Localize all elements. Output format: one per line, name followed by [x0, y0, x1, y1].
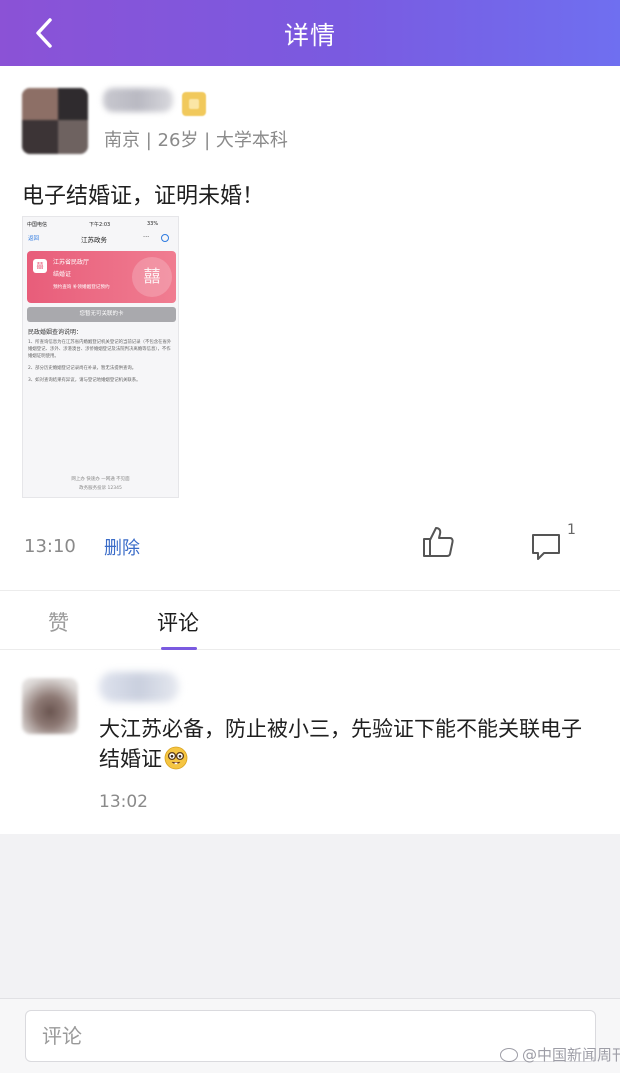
card-xi-icon: 囍: [33, 259, 47, 273]
phone-header-title: 江苏政务: [81, 236, 107, 244]
carrier-label: 中国电信: [27, 222, 48, 228]
phone-target-icon: [161, 234, 169, 242]
section-title: 民政婚姻查询说明：: [28, 329, 83, 336]
comment-text: 大江苏必备，防止被小三，先验证下能不能关联电子结婚证: [99, 714, 599, 774]
note-item: 1、所查询信息为在江苏省内婚姻登记机关登记的当前记录（不包含在省外婚姻登记、涉外…: [28, 340, 172, 359]
post-card: 南京 | 26岁 | 大学本科 电子结婚证，证明未婚！ 中国电信 下午2:03 …: [0, 66, 620, 590]
nerd-face-emoji-icon: [164, 746, 188, 770]
post-image-screenshot[interactable]: 中国电信 下午2:03 33% 返回 江苏政务 ··· 囍 江苏省民政厅 结婚证…: [22, 216, 179, 498]
author-avatar[interactable]: [22, 88, 88, 154]
phone-more-icon: ···: [143, 233, 150, 241]
card-line1: 江苏省民政厅: [53, 259, 90, 266]
author-name-blurred[interactable]: [103, 88, 173, 112]
card-heart-xi-icon: 囍: [132, 257, 172, 297]
post-time: 13:10: [24, 536, 76, 557]
commenter-name-blurred[interactable]: [99, 672, 179, 702]
delete-button[interactable]: 删除: [104, 534, 140, 560]
phone-footer: 网上办 快速办 一网通 不见面 政务服务投诉 12345: [23, 475, 178, 493]
card-line2: 结婚证: [53, 271, 72, 278]
battery-label: 33%: [147, 221, 159, 227]
thumbs-up-icon[interactable]: [420, 524, 456, 560]
watermark: @中国新闻周刊: [500, 1044, 620, 1065]
footer-line1: 网上办 快速办 一网通 不见面: [71, 477, 130, 482]
note-item: 2、部分历史婚姻登记记录尚在补录，暂无法提供查询。: [28, 366, 137, 371]
note-item: 3、如对查询结果有异议，请与登记地婚姻登记机关联系。: [28, 378, 141, 383]
tab-comments[interactable]: 评论: [157, 607, 199, 637]
no-card-bar: 您暂无可关联的卡: [27, 307, 176, 322]
tab-likes[interactable]: 赞: [48, 607, 69, 637]
notes-body: 1、所查询信息为在江苏省内婚姻登记机关登记的当前记录（不包含在省外婚姻登记、涉外…: [28, 339, 174, 389]
phone-status-bar: 中国电信 下午2:03 33%: [23, 217, 178, 231]
top-nav-bar: 详情: [0, 0, 620, 66]
tab-bar: 赞 评论: [0, 590, 620, 650]
commenter-avatar[interactable]: [22, 678, 78, 734]
comment-list: 大江苏必备，防止被小三，先验证下能不能关联电子结婚证 13:02: [0, 650, 620, 834]
phone-back-link: 返回: [28, 236, 40, 242]
weibo-logo-icon: [500, 1048, 518, 1062]
marriage-card: 囍 江苏省民政厅 结婚证 预约查询 补领婚姻登记预约 囍: [27, 251, 176, 303]
comment-time: 13:02: [99, 792, 148, 812]
author-meta: 南京 | 26岁 | 大学本科: [104, 130, 288, 151]
vip-badge-icon: [182, 92, 206, 116]
page-title: 详情: [283, 21, 336, 50]
comment-bubble-icon[interactable]: [530, 532, 562, 562]
footer-line2: 政务服务投诉 12345: [79, 486, 122, 491]
phone-header: 返回 江苏政务 ···: [23, 231, 178, 247]
watermark-text: @中国新闻周刊: [522, 1046, 620, 1064]
card-links: 预约查询 补领婚姻登记预约: [53, 285, 110, 290]
post-text: 电子结婚证，证明未婚！: [22, 184, 265, 209]
comment-count: 1: [567, 522, 576, 538]
clock-label: 下午2:03: [89, 222, 111, 228]
